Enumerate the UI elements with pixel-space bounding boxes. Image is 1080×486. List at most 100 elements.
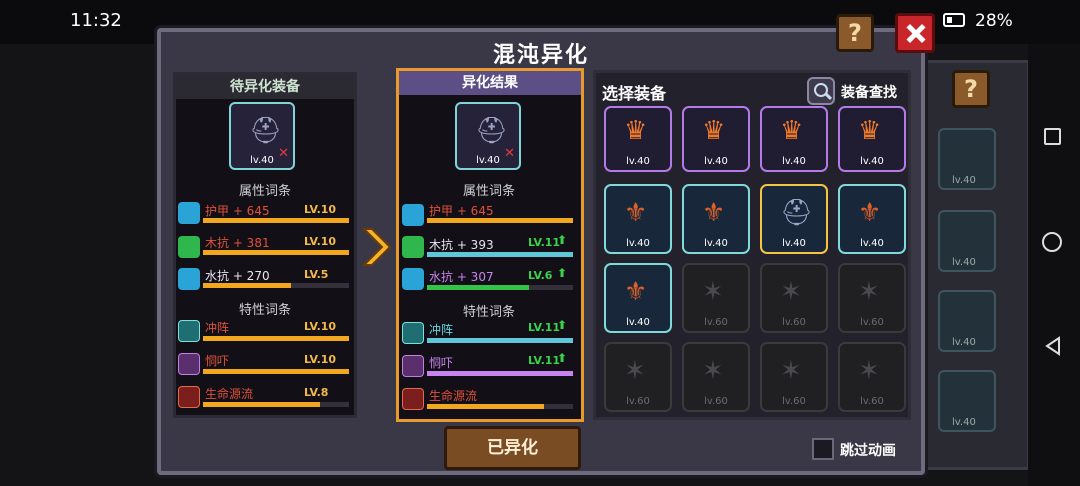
trait-bar xyxy=(427,404,573,409)
attr-bar-fill xyxy=(427,285,530,290)
intimidate-trait-icon xyxy=(402,355,424,377)
attr-bar-fill xyxy=(203,250,349,255)
equipment-tile-locked[interactable]: ✶ lv.60 xyxy=(682,342,750,412)
trait-bar-fill xyxy=(427,404,544,409)
trait-bar-fill xyxy=(427,371,573,376)
attr-level: LV.10 xyxy=(304,203,337,216)
locked-item-icon: ✶ xyxy=(858,277,880,307)
equipment-tile-locked[interactable]: ✶ lv.60 xyxy=(760,263,828,333)
equipment-tile-locked[interactable]: ✶ lv.60 xyxy=(604,342,672,412)
attr-bar xyxy=(427,252,573,257)
equipment-tile[interactable]: ♛ lv.40 xyxy=(760,106,828,172)
close-button[interactable] xyxy=(895,13,935,53)
equipment-search-button[interactable]: 装备查找 xyxy=(841,82,897,102)
trait-label: 生命源流 xyxy=(429,389,478,403)
help-button[interactable]: ? xyxy=(836,14,874,52)
locked-item-icon: ✶ xyxy=(702,277,724,307)
item-level: lv.40 xyxy=(250,155,274,166)
attr-level: LV.10 xyxy=(304,235,337,248)
dialog-title: 混沌异化 xyxy=(492,43,589,68)
back-icon[interactable] xyxy=(1044,336,1062,356)
trait-level: LV.10 xyxy=(304,320,337,333)
trait-label: 冲阵 xyxy=(205,321,230,335)
equipment-tile[interactable]: ♛ lv.40 xyxy=(838,106,906,172)
mutated-button[interactable]: 已异化 xyxy=(444,426,581,470)
trait-label: 恫吓 xyxy=(429,356,454,370)
pending-item-card[interactable]: ⛑ ✕ lv.40 xyxy=(229,102,295,170)
tile-level: lv.40 xyxy=(860,156,884,167)
equipment-tile[interactable]: ⚜ lv.40 xyxy=(838,184,906,254)
recents-icon[interactable] xyxy=(1044,128,1061,145)
equipment-tile[interactable]: ⚜ lv.40 xyxy=(682,184,750,254)
diamond-icon xyxy=(402,268,424,290)
trait-level: LV.8 xyxy=(304,386,329,399)
trait-label: 冲阵 xyxy=(429,323,454,337)
tile-level: lv.40 xyxy=(782,156,806,167)
equipment-tile[interactable]: ♛ lv.40 xyxy=(604,106,672,172)
tile-level: lv.40 xyxy=(626,238,650,249)
locked-item-icon: ✶ xyxy=(780,356,802,386)
intimidate-trait-icon xyxy=(178,353,200,375)
helmet-icon: ⛑ xyxy=(249,116,283,146)
chevron-right-icon xyxy=(361,228,392,266)
skip-animation-checkbox[interactable] xyxy=(812,438,834,460)
tile-level: lv.40 xyxy=(782,238,806,249)
equipment-tile[interactable]: ⚜ lv.40 xyxy=(604,263,672,333)
equipment-tile[interactable]: ♛ lv.40 xyxy=(682,106,750,172)
level-up-icon: ⬆ xyxy=(557,233,568,247)
tile-level: lv.40 xyxy=(626,317,650,328)
attr-section-title: 属性词条 xyxy=(462,184,515,199)
attr-bar-fill xyxy=(427,218,573,223)
trait-bar xyxy=(427,338,573,343)
attr-level: LV.11 xyxy=(528,236,561,249)
attr-label: 水抗 + 270 xyxy=(205,269,270,283)
charge-trait-icon xyxy=(402,322,424,344)
background-tile: lv.40 xyxy=(938,210,996,272)
trait-section-title: 特性词条 xyxy=(462,305,515,320)
locked-item-icon: ✶ xyxy=(858,356,880,386)
attr-label: 水抗 + 307 xyxy=(429,270,494,284)
background-tile: lv.40 xyxy=(938,370,996,432)
tile-level: lv.60 xyxy=(704,396,728,407)
level-up-icon: ⬆ xyxy=(557,351,568,365)
trait-bar xyxy=(427,371,573,376)
equipment-tile-locked[interactable]: ✶ lv.60 xyxy=(682,263,750,333)
attr-bar xyxy=(427,218,573,223)
tile-level: lv.60 xyxy=(860,396,884,407)
diamond-icon xyxy=(178,268,200,290)
tile-level: lv.40 xyxy=(626,156,650,167)
equipment-tile[interactable]: ⚜ lv.40 xyxy=(604,184,672,254)
equipment-tile-selected[interactable]: ⛑ lv.40 xyxy=(760,184,828,254)
equipment-tile-locked[interactable]: ✶ lv.60 xyxy=(838,263,906,333)
search-icon[interactable] xyxy=(807,77,835,105)
locked-item-icon: ✶ xyxy=(624,356,646,386)
trait-label: 恫吓 xyxy=(205,354,230,368)
equipment-item-icon: ♛ xyxy=(624,116,648,146)
trait-bar xyxy=(203,402,349,407)
tile-level: lv.60 xyxy=(860,317,884,328)
battery-percent: 28% xyxy=(975,11,1013,31)
background-help-button: ? xyxy=(952,70,990,108)
trait-level: LV.10 xyxy=(304,353,337,366)
attr-level: LV.5 xyxy=(304,268,329,281)
attr-bar-fill xyxy=(203,283,291,288)
diamond-icon xyxy=(178,236,200,258)
charge-trait-icon xyxy=(178,320,200,342)
locked-item-icon: ✶ xyxy=(702,356,724,386)
attr-label: 护甲 + 645 xyxy=(429,204,494,218)
trait-bar-fill xyxy=(203,402,320,407)
result-item-card[interactable]: ⛑ ✕ lv.40 xyxy=(455,102,521,170)
trait-level: LV.11 xyxy=(528,321,561,334)
equipment-tile-locked[interactable]: ✶ lv.60 xyxy=(838,342,906,412)
equipment-tile-locked[interactable]: ✶ lv.60 xyxy=(760,342,828,412)
locked-item-icon: ✶ xyxy=(780,277,802,307)
skip-animation-label: 跳过动画 xyxy=(840,443,896,459)
equipment-item-icon: ⛑ xyxy=(780,198,814,228)
attr-bar xyxy=(427,285,573,290)
system-nav-bar xyxy=(1028,44,1080,486)
diamond-icon xyxy=(178,202,200,224)
attr-bar-fill xyxy=(427,252,573,257)
tile-level: lv.60 xyxy=(782,396,806,407)
pending-header: 待异化装备 xyxy=(176,75,354,99)
home-icon[interactable] xyxy=(1042,232,1062,252)
